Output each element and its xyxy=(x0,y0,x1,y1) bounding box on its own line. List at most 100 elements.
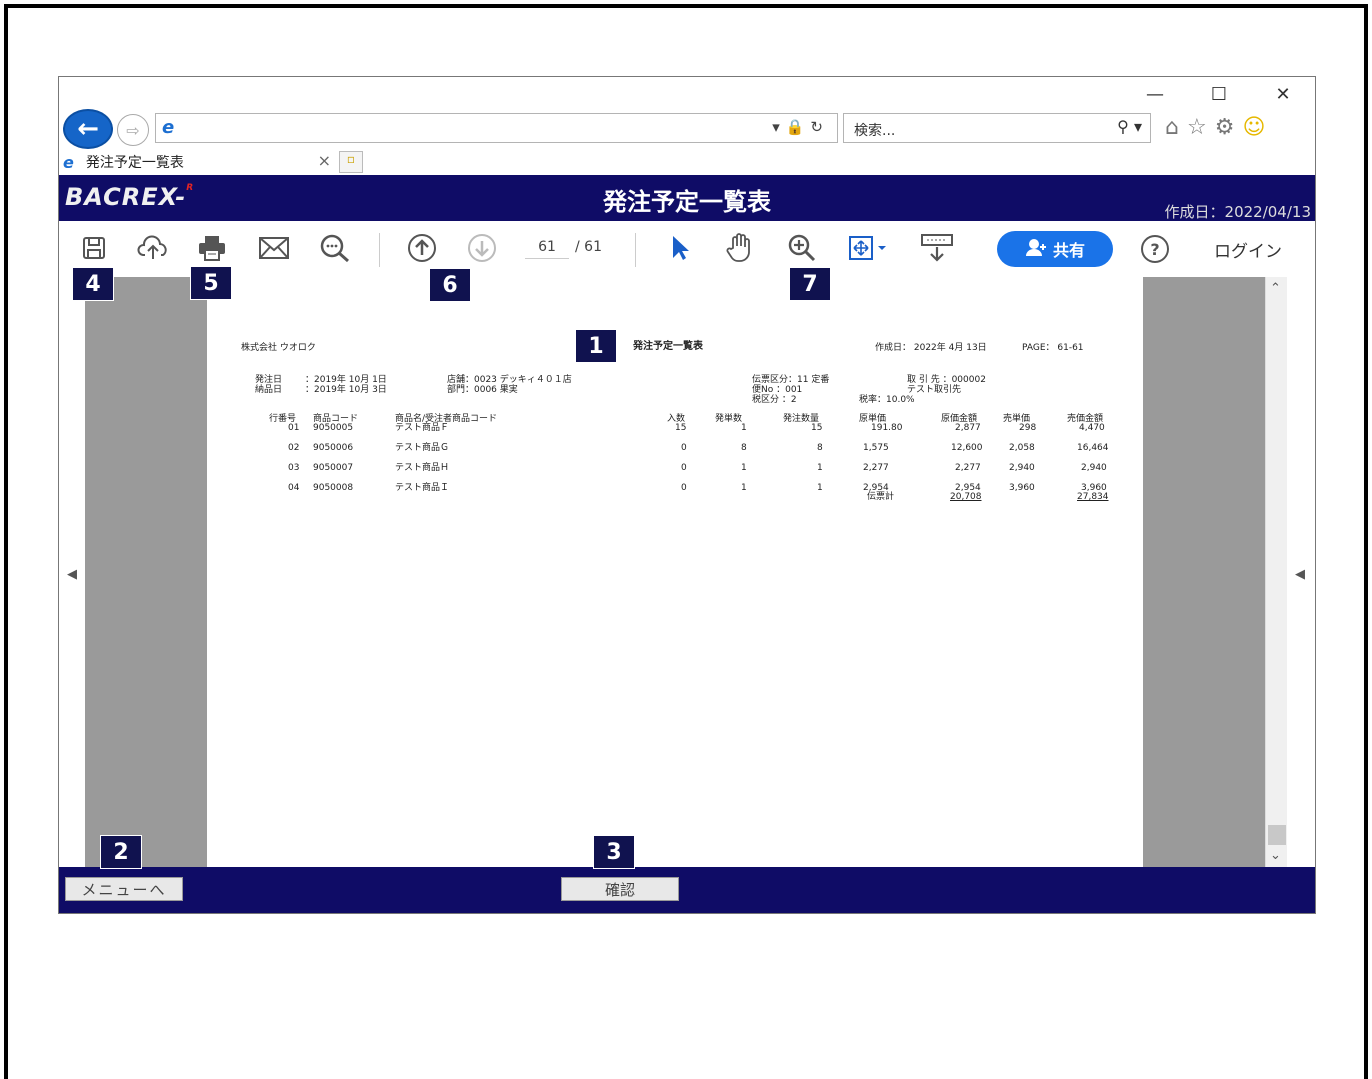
smiley-feedback-icon[interactable]: ☺ xyxy=(1242,115,1265,140)
browser-tab[interactable]: e 発注予定一覧表 × xyxy=(63,149,339,175)
table-cell: 03 xyxy=(288,463,300,473)
print-icon[interactable] xyxy=(195,233,229,263)
confirm-button[interactable]: 確認 xyxy=(561,877,679,901)
table-cell: 1 xyxy=(817,463,823,473)
save-icon[interactable] xyxy=(77,233,111,263)
report-created: 作成日： 2022年 4月 13日 xyxy=(875,343,987,353)
supplier-code: 取 引 先 ：000002 xyxy=(907,375,986,385)
table-cell: 15 xyxy=(675,423,687,433)
table-cell: 2,277 xyxy=(863,463,889,473)
viewer-gutter-right xyxy=(1143,277,1265,867)
lock-icon[interactable]: 🔒 xyxy=(786,118,811,136)
page-number-input[interactable]: 61 xyxy=(525,239,569,259)
tab-strip: e 発注予定一覧表 × ▫ xyxy=(59,149,1315,175)
table-cell: 2,940 xyxy=(1081,463,1107,473)
search-field[interactable]: 検索... ⚲ ▾ xyxy=(843,113,1151,143)
report-title: 発注予定一覧表 xyxy=(633,341,703,352)
table-cell: 3,960 xyxy=(1009,483,1035,493)
table-cell: 0 xyxy=(681,463,687,473)
table-cell: 2,058 xyxy=(1009,443,1035,453)
viewer-toolbar: 61 / 61 共有 ? ログイン xyxy=(59,221,1315,277)
settings-gear-icon[interactable]: ⚙ xyxy=(1215,115,1235,140)
table-cell: 8 xyxy=(741,443,747,453)
table-cell: 2,277 xyxy=(955,463,981,473)
table-cell: 1,575 xyxy=(863,443,889,453)
table-cell: 0 xyxy=(681,443,687,453)
share-button[interactable]: 共有 xyxy=(997,231,1113,267)
help-icon[interactable]: ? xyxy=(1141,235,1169,263)
refresh-icon[interactable]: ↻ xyxy=(810,118,829,136)
address-bar[interactable]: e ▾🔒↻ xyxy=(155,113,838,143)
search-icon[interactable]: ⚲ ▾ xyxy=(1117,117,1142,136)
close-tab-icon[interactable]: × xyxy=(318,151,331,170)
fit-page-dropdown-icon[interactable] xyxy=(845,233,893,263)
toolbar-separator xyxy=(379,233,380,267)
slip-total-label: 伝票計 xyxy=(867,492,895,502)
table-cell: テスト商品Ｇ xyxy=(395,443,450,453)
table-cell: 02 xyxy=(288,443,300,453)
dropdown-arrow-icon[interactable]: ▾ xyxy=(772,118,786,136)
slip-total-price: 27,834 xyxy=(1077,492,1109,502)
forward-arrow-icon[interactable]: ⇨ xyxy=(117,114,149,146)
table-cell: 1 xyxy=(741,463,747,473)
new-tab-icon[interactable]: ▫ xyxy=(339,151,363,173)
table-cell: 16,464 xyxy=(1077,443,1109,453)
delivery-date: ：2019年 10月 3日 xyxy=(305,385,387,395)
select-pointer-icon[interactable] xyxy=(665,233,695,263)
prev-page-arrow-icon[interactable]: ◀ xyxy=(67,567,77,582)
browser-navbar: ← ⇨ e ▾🔒↻ 検索... ⚲ ▾ ⌂ ☆ ⚙ ☺ xyxy=(59,107,1315,149)
minimize-icon[interactable]: — xyxy=(1123,77,1187,111)
scroll-up-icon[interactable]: ⌃ xyxy=(1270,281,1281,296)
table-cell: 298 xyxy=(1019,423,1037,433)
order-date-label: 発注日 xyxy=(255,375,283,385)
share-label: 共有 xyxy=(1052,241,1085,260)
scroll-down-icon[interactable]: ⌄ xyxy=(1270,848,1281,863)
search-placeholder: 検索... xyxy=(854,123,896,139)
table-cell: 1 xyxy=(817,483,823,493)
callout-marker: 1 xyxy=(575,329,617,363)
hand-pan-icon[interactable] xyxy=(723,233,757,263)
app-header: BACREX- R 発注予定一覧表 作成日：2022/04/13 xyxy=(59,175,1315,221)
scroll-thumb[interactable] xyxy=(1268,825,1286,845)
page-title: 発注予定一覧表 xyxy=(603,188,771,216)
download-form-icon[interactable] xyxy=(919,233,955,263)
table-cell: 9050007 xyxy=(313,463,354,473)
callout-marker: 4 xyxy=(72,267,114,301)
window-caption-buttons: — ☐ ✕ xyxy=(1123,77,1315,111)
next-page-arrow-icon[interactable]: ◀ xyxy=(1295,567,1305,582)
table-cell: 04 xyxy=(288,483,300,493)
close-window-icon[interactable]: ✕ xyxy=(1251,77,1315,111)
order-date: ：2019年 10月 1日 xyxy=(305,375,387,385)
page-down-icon[interactable] xyxy=(465,233,499,263)
report-company: 株式会社 ウオロク xyxy=(241,343,316,353)
back-arrow-icon[interactable]: ← xyxy=(63,109,113,149)
table-cell: テスト商品Ｆ xyxy=(395,423,450,433)
search-text-icon[interactable] xyxy=(317,233,353,263)
page-up-icon[interactable] xyxy=(405,233,439,263)
table-cell: 1 xyxy=(741,423,747,433)
vertical-scrollbar[interactable]: ⌃ ⌄ xyxy=(1265,277,1287,867)
favorites-star-icon[interactable]: ☆ xyxy=(1187,115,1207,140)
zoom-in-icon[interactable] xyxy=(785,233,819,263)
table-cell: 0 xyxy=(681,483,687,493)
ie-logo-icon: e xyxy=(162,117,175,138)
table-cell: 2,940 xyxy=(1009,463,1035,473)
maximize-icon[interactable]: ☐ xyxy=(1187,77,1251,111)
login-link[interactable]: ログイン xyxy=(1214,237,1282,262)
mail-icon[interactable] xyxy=(257,233,291,263)
home-icon[interactable]: ⌂ xyxy=(1165,115,1179,140)
created-date: 作成日：2022/04/13 xyxy=(1164,203,1311,221)
upload-cloud-icon[interactable] xyxy=(135,233,171,263)
report-page: 株式会社 ウオロク 発注予定一覧表 作成日： 2022年 4月 13日 PAGE… xyxy=(207,277,1143,867)
table-cell: テスト商品Ｉ xyxy=(395,483,450,493)
callout-marker: 6 xyxy=(429,268,471,302)
table-cell: 8 xyxy=(817,443,823,453)
table-cell: 1 xyxy=(741,483,747,493)
menu-button[interactable]: メニューへ xyxy=(65,877,183,901)
ie-tab-icon: e xyxy=(63,152,74,172)
table-cell: 15 xyxy=(811,423,823,433)
address-controls: ▾🔒↻ xyxy=(772,118,829,136)
delivery-date-label: 納品日 xyxy=(255,385,283,395)
table-cell: 9050005 xyxy=(313,423,354,433)
table-cell: テスト商品Ｈ xyxy=(395,463,450,473)
